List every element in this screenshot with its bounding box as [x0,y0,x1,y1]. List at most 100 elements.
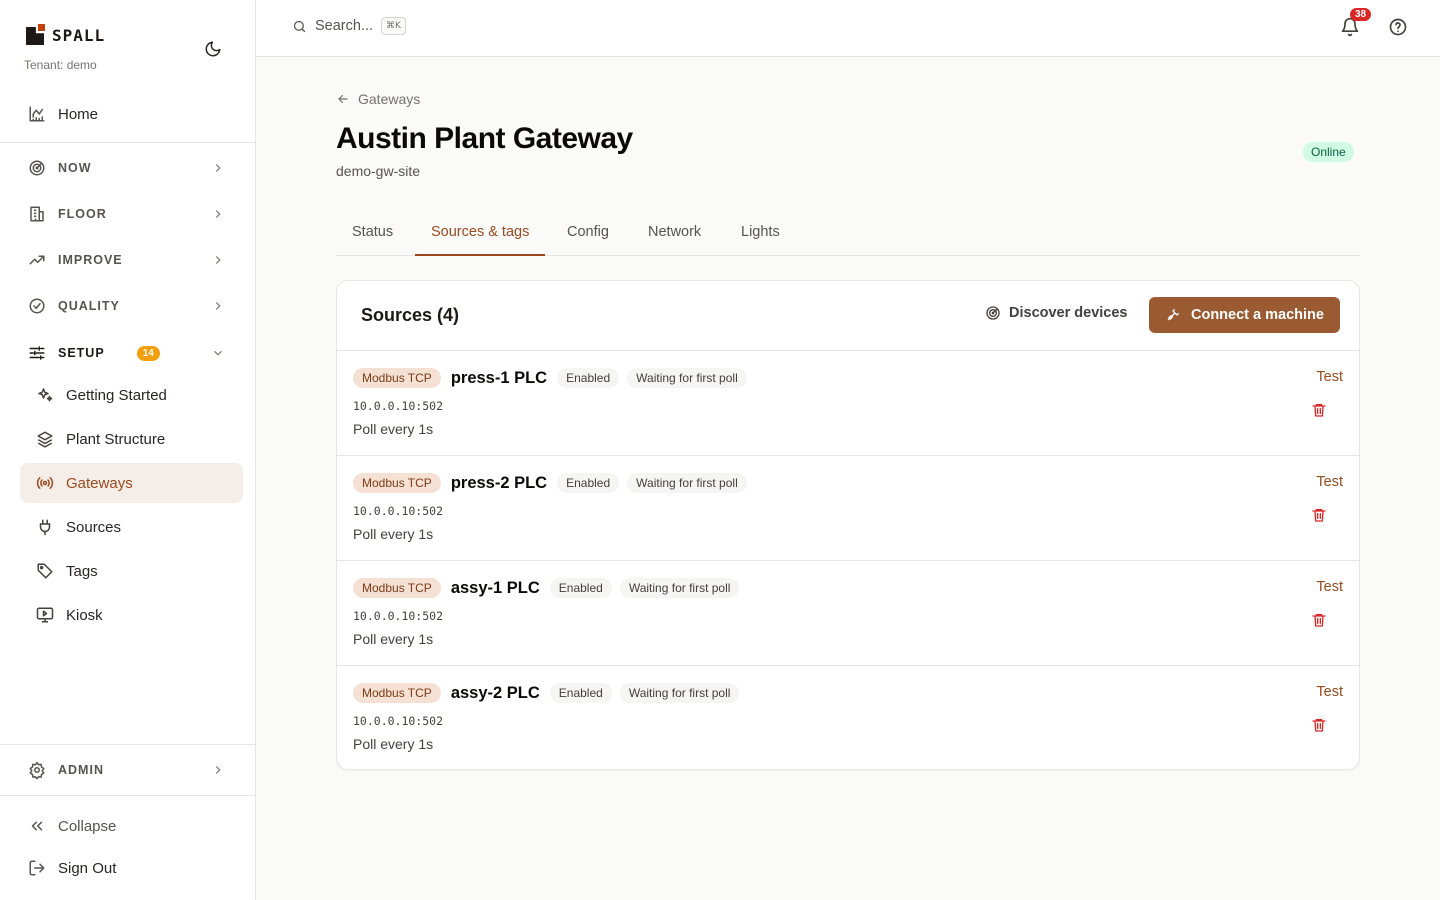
source-name[interactable]: press-1 PLC [451,369,547,388]
sidebar-item-label: Tags [66,562,98,580]
sidebar-section-now[interactable]: NOW [20,148,243,188]
plug-connect-icon [1167,309,1179,321]
sidebar-section-improve[interactable]: IMPROVE [20,240,243,280]
back-link-label: Gateways [358,91,421,107]
sidebar-item-plant-structure[interactable]: Plant Structure [20,419,243,459]
sidebar-item-label: Sources [66,518,122,536]
theme-toggle-button[interactable] [202,38,224,60]
delete-source-button[interactable] [1311,402,1327,418]
sidebar: SPALL Tenant: demo Home NOW FLOOR IMPROV… [0,0,256,900]
notifications-button[interactable]: 38 [1340,8,1372,39]
source-row: Modbus TCP assy-2 PLC Enabled Waiting fo… [337,666,1359,771]
delete-source-button[interactable] [1311,717,1327,733]
gear-icon [28,761,46,779]
source-row-header: Modbus TCP press-1 PLC Enabled Waiting f… [353,368,747,388]
test-source-button[interactable]: Test [1316,684,1343,700]
sidebar-section-floor[interactable]: FLOOR [20,194,243,234]
chevron-right-icon [215,256,221,264]
test-source-button[interactable]: Test [1316,474,1343,490]
building-icon [28,205,46,223]
brand-logo[interactable]: SPALL [26,24,105,46]
sidebar-section-quality[interactable]: QUALITY [20,286,243,326]
radar-icon [986,306,1000,320]
delete-source-button[interactable] [1311,507,1327,523]
enabled-chip: Enabled [549,683,612,703]
sidebar-section-setup[interactable]: SETUP 14 [20,333,243,373]
source-row: Modbus TCP press-1 PLC Enabled Waiting f… [337,351,1359,456]
sidebar-section-label: IMPROVE [58,253,123,267]
sidebar-section-admin[interactable]: ADMIN [20,750,243,790]
source-address: 10.0.0.10:502 [353,504,444,518]
enabled-chip: Enabled [549,578,612,598]
protocol-chip: Modbus TCP [353,368,441,388]
help-button[interactable] [1388,17,1410,39]
poll-status-chip: Waiting for first poll [627,368,747,388]
back-to-gateways-link[interactable]: Gateways [336,91,420,107]
sidebar-divider [0,744,255,745]
sidebar-item-label: Getting Started [66,386,167,404]
sidebar-section-label: ADMIN [58,763,104,777]
sidebar-item-getting-started[interactable]: Getting Started [20,375,243,415]
source-address: 10.0.0.10:502 [353,714,444,728]
sidebar-item-label: Plant Structure [66,430,166,448]
sources-card-header: Sources (4) Discover devices Connect a m… [337,281,1359,351]
sign-out-label: Sign Out [58,859,117,877]
protocol-chip: Modbus TCP [353,473,441,493]
protocol-chip: Modbus TCP [353,683,441,703]
logo-mark-icon [26,24,46,46]
trash-icon [1312,614,1326,627]
chart-icon [28,105,46,123]
sidebar-item-gateways[interactable]: Gateways [20,463,243,503]
source-name[interactable]: assy-1 PLC [451,579,540,598]
poll-status-chip: Waiting for first poll [619,578,740,598]
tenant-label: Tenant: demo [24,58,97,72]
chevrons-left-icon [28,817,46,835]
trending-up-icon [28,251,46,269]
sign-out-button[interactable]: Sign Out [20,848,243,888]
poll-status-chip: Waiting for first poll [627,473,747,493]
source-row: Modbus TCP assy-1 PLC Enabled Waiting fo… [337,561,1359,666]
help-circle-icon [1389,18,1407,36]
sidebar-divider [0,142,255,143]
plug-icon [36,518,54,536]
test-source-button[interactable]: Test [1316,579,1343,595]
broadcast-icon [36,474,54,492]
collapse-sidebar-button[interactable]: Collapse [20,806,243,846]
chevron-down-icon [214,350,222,356]
source-row: Modbus TCP press-2 PLC Enabled Waiting f… [337,456,1359,561]
sidebar-item-label: Gateways [66,474,133,492]
sidebar-item-tags[interactable]: Tags [20,551,243,591]
sidebar-item-home[interactable]: Home [20,94,243,134]
tab-lights[interactable]: Lights [725,214,796,256]
sidebar-item-sources[interactable]: Sources [20,507,243,547]
sources-card: Sources (4) Discover devices Connect a m… [336,280,1360,770]
source-address: 10.0.0.10:502 [353,399,444,413]
gateway-tabs: Status Sources & tags Config Network Lig… [336,214,1360,256]
arrow-left-icon [338,94,348,104]
sidebar-divider [0,795,255,796]
enabled-chip: Enabled [557,368,620,388]
delete-source-button[interactable] [1311,612,1327,628]
tab-network[interactable]: Network [632,214,717,256]
search-input[interactable]: Search... ⌘K [292,17,406,35]
tab-status[interactable]: Status [336,214,409,256]
test-source-button[interactable]: Test [1316,369,1343,385]
connect-machine-label: Connect a machine [1191,307,1324,323]
source-name[interactable]: press-2 PLC [451,474,547,493]
poll-interval: Poll every 1s [353,736,434,752]
protocol-chip: Modbus TCP [353,578,441,598]
tab-sources-tags[interactable]: Sources & tags [415,214,546,256]
source-name[interactable]: assy-2 PLC [451,684,540,703]
sidebar-item-label: Home [58,105,99,123]
discover-devices-button[interactable]: Discover devices [985,305,1128,321]
discover-devices-label: Discover devices [1009,305,1128,321]
connect-machine-button[interactable]: Connect a machine [1149,297,1340,333]
search-icon [293,20,306,32]
sidebar-item-kiosk[interactable]: Kiosk [20,595,243,635]
chevron-right-icon [215,766,221,774]
radar-icon [28,159,46,177]
tab-config[interactable]: Config [551,214,625,256]
topbar: Search... ⌘K 38 [256,0,1440,57]
poll-interval: Poll every 1s [353,421,434,437]
source-address: 10.0.0.10:502 [353,609,444,623]
